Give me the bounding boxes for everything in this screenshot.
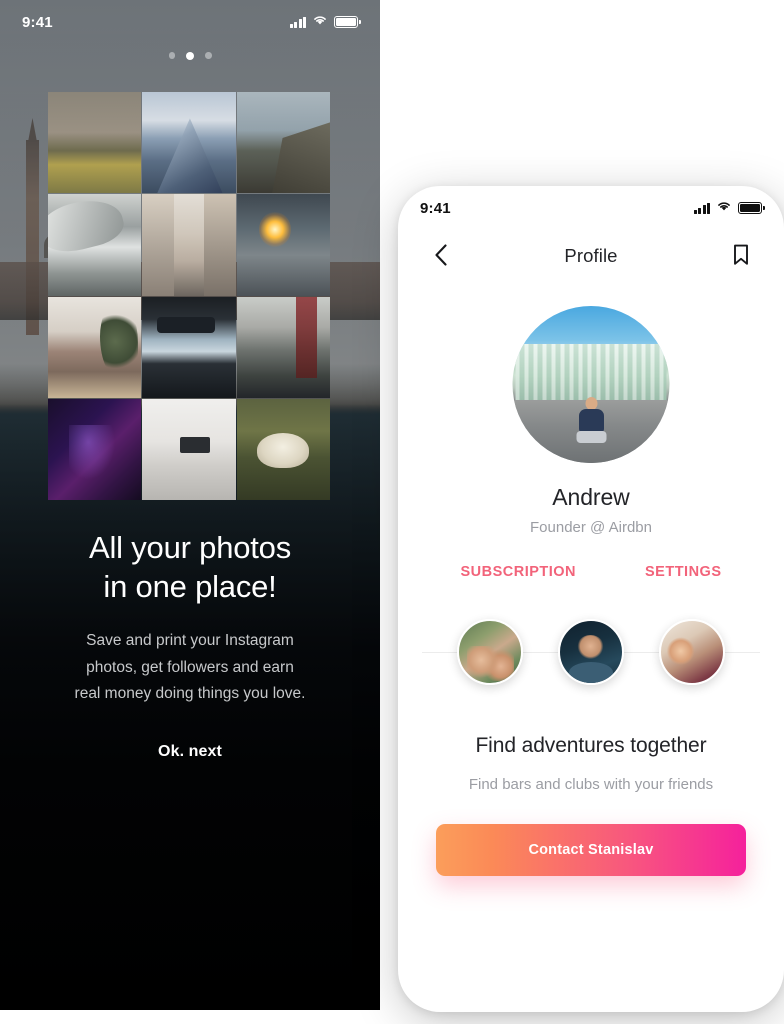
wifi-icon (312, 13, 328, 31)
profile-role: Founder @ Airdbn (530, 519, 652, 536)
photo-snowy-mountain-peak[interactable] (142, 92, 236, 194)
page-indicator-dots[interactable] (0, 52, 380, 60)
headline-line-1: All your photos (88, 530, 292, 565)
photo-white-mushroom-in-moss[interactable] (236, 398, 330, 500)
page-dot-2-active[interactable] (186, 52, 194, 60)
status-indicators (693, 199, 765, 217)
onboarding-headline: All your photos in one place! (34, 528, 346, 606)
status-bar-right: 9:41 (398, 186, 784, 230)
seated-person (576, 396, 606, 443)
profile-name: Andrew (552, 484, 630, 510)
navigation-bar: Profile (398, 230, 784, 282)
friends-avatar-row (398, 604, 784, 700)
battery-icon (334, 16, 361, 28)
bookmark-icon (732, 244, 750, 269)
promo-subtitle: Find bars and clubs with your friends (468, 776, 714, 793)
battery-icon (738, 202, 765, 214)
onboarding-body-text: Save and print your Instagram photos, ge… (34, 628, 346, 708)
body-line-3: real money doing things you love. (74, 685, 306, 703)
profile-tabs: SUBSCRIPTION SETTINGS (398, 564, 784, 580)
friend-avatar-woman[interactable] (658, 619, 725, 685)
bookmark-button[interactable] (728, 243, 754, 269)
profile-phone-screen: 9:41 Profile Andrew Founder @ Airdbn SUB… (398, 186, 784, 1012)
status-bar-left: 9:41 (0, 0, 380, 44)
cellular-signal-icon (693, 202, 710, 214)
photo-guitarist-purple-stage[interactable] (48, 398, 142, 500)
headline-line-2: in one place! (103, 569, 277, 605)
body-line-2: photos, get followers and earn (86, 658, 294, 676)
photo-car-rearview-mirror-road[interactable] (142, 296, 236, 398)
photo-desert-mountains-camper[interactable] (48, 296, 142, 398)
chevron-left-icon (434, 243, 448, 269)
status-time: 9:41 (420, 199, 451, 217)
photo-woman-with-sparkler[interactable] (236, 194, 330, 296)
person-torso (578, 408, 604, 433)
tab-settings[interactable]: SETTINGS (645, 564, 722, 580)
friend-avatar-young-man[interactable] (557, 619, 624, 685)
screenshot-stage: 9:41 All your photos in one place! Save … (0, 0, 784, 1024)
tab-subscription[interactable]: SUBSCRIPTION (460, 564, 576, 580)
promo-title: Find adventures together (475, 734, 707, 757)
palace-building (515, 343, 667, 401)
page-dot-3[interactable] (205, 52, 212, 59)
onboarding-copy-block: All your photos in one place! Save and p… (0, 528, 380, 761)
profile-avatar[interactable] (512, 306, 670, 463)
friends-list (398, 604, 784, 700)
body-line-1: Save and print your Instagram (86, 632, 294, 650)
photo-grid[interactable] (48, 92, 330, 500)
wifi-icon (716, 199, 732, 217)
photo-canyon-landscape[interactable] (48, 92, 142, 194)
friend-avatar-couple[interactable] (457, 619, 524, 685)
photo-coastal-cliff[interactable] (236, 92, 330, 194)
page-dot-1[interactable] (168, 52, 175, 59)
status-indicators (289, 13, 361, 31)
photo-venetian-alley-red-curtains[interactable] (236, 296, 330, 398)
ok-next-button[interactable]: Ok. next (158, 743, 222, 761)
photo-man-in-narrow-street[interactable] (142, 194, 236, 296)
status-time: 9:41 (22, 13, 53, 31)
onboarding-phone-screen: 9:41 All your photos in one place! Save … (0, 0, 380, 1010)
person-legs (576, 430, 606, 443)
photo-white-meeting-room[interactable] (142, 398, 236, 500)
back-button[interactable] (428, 243, 454, 269)
photo-ocean-wave[interactable] (48, 194, 142, 296)
page-title: Profile (564, 245, 618, 266)
contact-button[interactable]: Contact Stanislav (436, 824, 746, 876)
cellular-signal-icon (289, 16, 306, 28)
